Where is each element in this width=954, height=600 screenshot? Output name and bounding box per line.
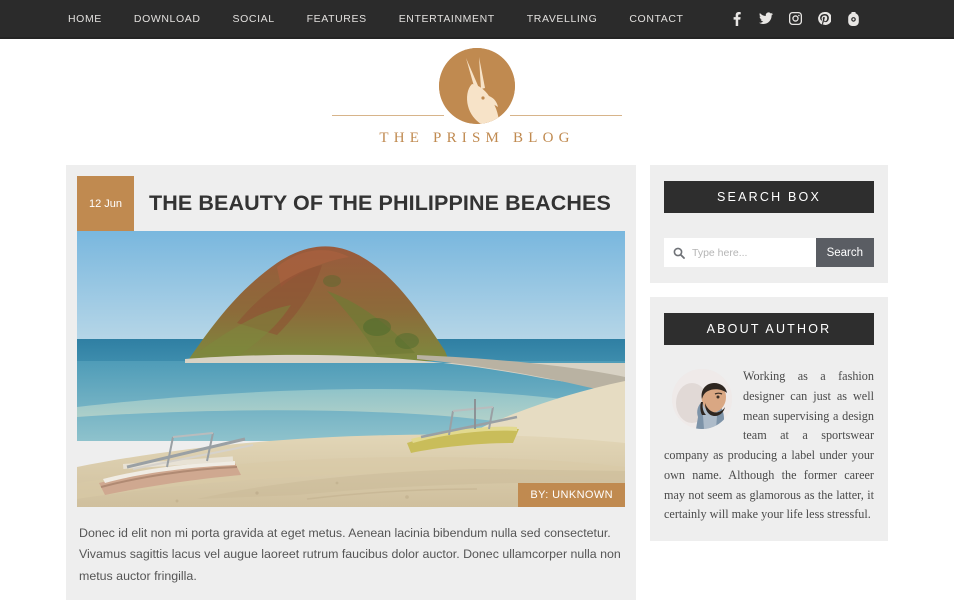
main-content-column: 12 Jun THE BEAUTY OF THE PHILIPPINE BEAC… bbox=[66, 165, 636, 600]
author-avatar bbox=[672, 369, 732, 429]
search-field[interactable] bbox=[664, 238, 816, 267]
antelope-head-logo-icon[interactable] bbox=[439, 48, 515, 124]
post-featured-image[interactable]: BY: UNKNOWN bbox=[77, 231, 625, 507]
logo-dividers bbox=[332, 115, 622, 117]
magnifier-icon bbox=[673, 247, 685, 259]
social-links bbox=[730, 11, 860, 26]
logo-divider-right bbox=[510, 115, 622, 116]
nav-link-entertainment[interactable]: ENTERTAINMENT bbox=[383, 13, 511, 25]
nav-link-home[interactable]: HOME bbox=[52, 13, 118, 25]
page-body: 12 Jun THE BEAUTY OF THE PHILIPPINE BEAC… bbox=[0, 165, 954, 600]
top-navbar: HOME DOWNLOAD SOCIAL FEATURES ENTERTAINM… bbox=[0, 0, 954, 39]
site-masthead: THE PRISM BLOG bbox=[0, 39, 954, 165]
site-title[interactable]: THE PRISM BLOG bbox=[379, 130, 574, 147]
author-bio-wrapper: Working as a fashion designer can just a… bbox=[664, 367, 874, 525]
facebook-icon[interactable] bbox=[730, 11, 744, 26]
logo-divider-left bbox=[332, 115, 444, 116]
twitter-icon[interactable] bbox=[759, 12, 773, 26]
search-widget-title: SEARCH BOX bbox=[664, 181, 874, 213]
nav-link-features[interactable]: FEATURES bbox=[291, 13, 383, 25]
post-title[interactable]: THE BEAUTY OF THE PHILIPPINE BEACHES bbox=[134, 176, 625, 231]
search-row: Search bbox=[664, 238, 874, 267]
pinterest-icon[interactable] bbox=[817, 12, 831, 26]
nav-link-download[interactable]: DOWNLOAD bbox=[118, 13, 217, 25]
post-byline: BY: UNKNOWN bbox=[518, 483, 625, 507]
search-widget: SEARCH BOX Search bbox=[650, 165, 888, 283]
search-input[interactable] bbox=[692, 246, 816, 259]
youtube-icon[interactable] bbox=[846, 11, 860, 26]
search-button[interactable]: Search bbox=[815, 238, 874, 267]
main-navigation: HOME DOWNLOAD SOCIAL FEATURES ENTERTAINM… bbox=[52, 13, 700, 25]
instagram-icon[interactable] bbox=[788, 12, 802, 26]
nav-link-contact[interactable]: CONTACT bbox=[613, 13, 699, 25]
post-date-badge: 12 Jun bbox=[77, 176, 134, 231]
post-header: 12 Jun THE BEAUTY OF THE PHILIPPINE BEAC… bbox=[77, 176, 625, 231]
nav-link-social[interactable]: SOCIAL bbox=[217, 13, 291, 25]
nav-link-travelling[interactable]: TRAVELLING bbox=[511, 13, 614, 25]
post-excerpt: Donec id elit non mi porta gravida at eg… bbox=[79, 526, 621, 583]
sidebar: SEARCH BOX Search ABOUT AUTHOR bbox=[650, 165, 888, 555]
about-author-widget-title: ABOUT AUTHOR bbox=[664, 313, 874, 345]
about-author-widget: ABOUT AUTHOR Working as a fashion design… bbox=[650, 297, 888, 542]
post-card: 12 Jun THE BEAUTY OF THE PHILIPPINE BEAC… bbox=[66, 165, 636, 600]
